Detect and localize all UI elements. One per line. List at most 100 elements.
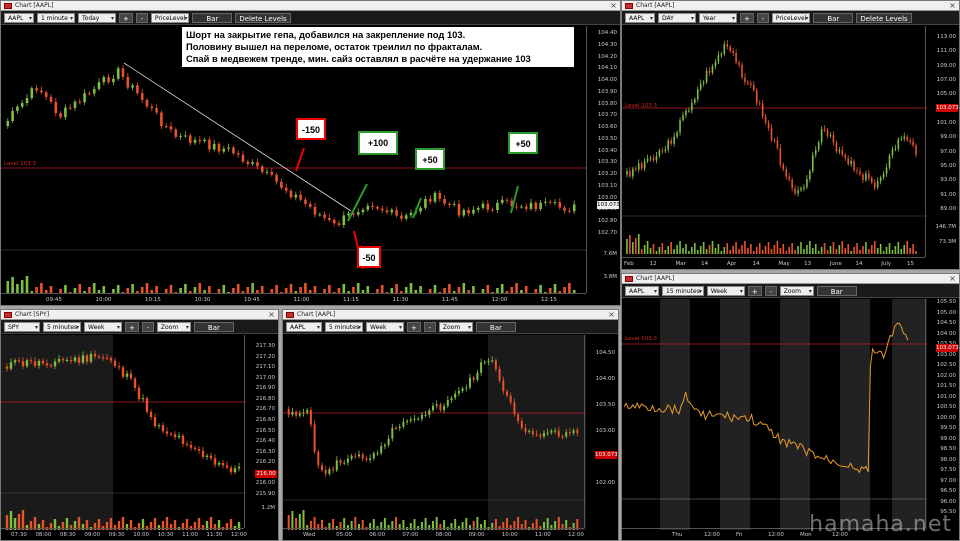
symbol-select[interactable]: AAPL — [625, 285, 659, 297]
delete-levels-button[interactable]: Delete Levels — [235, 12, 291, 23]
time-tick: 11:30 — [392, 297, 409, 303]
candle-body — [380, 208, 384, 211]
chart-area[interactable]: 104.50104.00103.50103.00102.50102.00 Wed… — [283, 335, 618, 540]
time-tick: July — [881, 261, 892, 267]
time-tick: Mar — [675, 261, 686, 267]
volume-bar — [741, 245, 743, 254]
candle-body — [755, 89, 758, 104]
candle-body — [776, 140, 779, 149]
price-axis: 104.50104.00103.50103.00102.50102.00 — [584, 335, 618, 528]
candle-body — [879, 177, 882, 182]
volume-bar — [770, 249, 773, 254]
zoom-in-button[interactable]: + — [740, 12, 754, 23]
bar-type-button[interactable]: Bar — [816, 285, 857, 296]
window-titlebar[interactable]: Chart [SPY] × — [1, 310, 278, 320]
study-select[interactable]: Zoom — [779, 285, 814, 297]
candle-body — [45, 363, 49, 366]
volume-bar — [726, 243, 729, 254]
chart-window-aapl-15min[interactable]: Chart [AAPL] × AAPL 15 minutes Week + - Z… — [621, 273, 960, 541]
chart-area[interactable]: 105.50105.00104.50104.00103.50103.00102.… — [622, 299, 959, 540]
chart-area[interactable]: 104.40 104.30 104.20 104.10 104.00 103.90 103.… — [1, 26, 620, 305]
study-select[interactable]: PriceLevel — [150, 12, 190, 24]
interval-select[interactable]: DAY — [658, 12, 696, 24]
bar-type-button[interactable]: Bar — [193, 321, 234, 332]
volume-bar — [859, 250, 861, 254]
interval-select[interactable]: 1 minute — [37, 12, 75, 24]
candle-body — [859, 171, 861, 175]
symbol-select[interactable]: SPY — [4, 321, 40, 333]
candle-body — [685, 110, 687, 116]
zoom-out-button[interactable]: - — [423, 321, 436, 332]
volume-bar — [720, 251, 723, 254]
range-select[interactable]: Week — [366, 321, 405, 333]
watermark: hamaha.net — [809, 512, 952, 537]
candle-body — [354, 455, 357, 457]
zoom-in-button[interactable]: + — [119, 12, 133, 23]
close-icon[interactable]: × — [609, 1, 618, 10]
window-titlebar[interactable]: Chart [AAPL] × — [1, 1, 620, 11]
bar-type-button[interactable]: Bar — [192, 12, 233, 23]
window-titlebar[interactable]: Chart [AAPL] × — [622, 274, 959, 284]
candle-body — [699, 83, 702, 90]
zoom-in-button[interactable]: + — [747, 285, 762, 296]
zoom-out-button[interactable]: - — [135, 12, 148, 23]
zoom-out-button[interactable]: - — [141, 321, 154, 332]
last-price-tag: 103.073 — [936, 104, 959, 112]
candle-body — [121, 367, 125, 377]
volume-bar — [632, 242, 634, 254]
study-select[interactable]: Zoom — [156, 321, 191, 333]
chart-window-aapl-day[interactable]: Chart [AAPL] × AAPL DAY Year + - PriceLev… — [621, 0, 960, 270]
chart-window-spy-5min[interactable]: Chart [SPY] × SPY 5 minutes Week + - Zoom… — [0, 309, 279, 541]
candle-body — [323, 214, 326, 218]
candle-body — [107, 77, 110, 83]
candle-body — [361, 209, 365, 213]
symbol-select[interactable]: AAPL — [4, 12, 34, 24]
bar-type-button[interactable]: Bar — [813, 12, 854, 23]
price-tick: 216.90 — [255, 385, 275, 392]
range-select[interactable]: Week — [706, 285, 745, 297]
close-icon[interactable]: × — [607, 310, 616, 319]
chart-window-aapl-5min[interactable]: Chart [AAPL] × AAPL 5 minutes Week + - Zo… — [282, 309, 619, 541]
candle-body — [443, 406, 446, 411]
interval-select[interactable]: 5 minutes — [325, 321, 364, 333]
candle-body — [791, 179, 793, 189]
range-select[interactable]: Year — [699, 12, 737, 24]
zoom-out-button[interactable]: - — [756, 12, 769, 23]
volume-bar — [856, 243, 858, 254]
symbol-select[interactable]: AAPL — [286, 321, 322, 333]
zoom-in-button[interactable]: + — [125, 321, 139, 332]
candle-body — [54, 101, 58, 114]
candle-body — [767, 122, 770, 129]
candle-body — [289, 190, 293, 198]
candle-body — [452, 203, 456, 205]
close-icon[interactable]: × — [948, 1, 957, 10]
candle-body — [174, 129, 178, 137]
candle-body — [49, 365, 53, 367]
candle-body — [101, 357, 105, 359]
zoom-out-button[interactable]: - — [764, 285, 777, 296]
candle-body — [424, 198, 427, 208]
candle-body — [900, 138, 903, 140]
volume-bar — [649, 248, 652, 254]
close-icon[interactable]: × — [948, 274, 957, 283]
candle-body — [664, 149, 667, 152]
delete-levels-button[interactable]: Delete Levels — [856, 12, 912, 23]
study-select[interactable]: PriceLevel — [771, 12, 811, 24]
chart-area[interactable]: 217.30 217.20 217.10 217.00 216.90 216.80 216.… — [1, 335, 278, 540]
chart-area[interactable]: 113.00111.00109.00107.00105.00103.00101.… — [622, 26, 959, 269]
study-select[interactable]: Zoom — [438, 321, 473, 333]
bar-type-button[interactable]: Bar — [475, 321, 516, 332]
candle-body — [317, 451, 320, 466]
close-icon[interactable]: × — [267, 310, 276, 319]
interval-select[interactable]: 15 minutes — [662, 285, 704, 297]
candle-body — [909, 140, 911, 142]
window-titlebar[interactable]: Chart [AAPL] × — [622, 1, 959, 11]
candle-body — [105, 357, 109, 359]
interval-select[interactable]: 5 minutes — [43, 321, 82, 333]
range-select[interactable]: Week — [84, 321, 123, 333]
symbol-select[interactable]: AAPL — [625, 12, 655, 24]
zoom-in-button[interactable]: + — [407, 321, 421, 332]
time-tick: 12:00 — [704, 532, 720, 538]
range-select[interactable]: Today — [78, 12, 116, 24]
window-titlebar[interactable]: Chart [AAPL] × — [283, 310, 618, 320]
